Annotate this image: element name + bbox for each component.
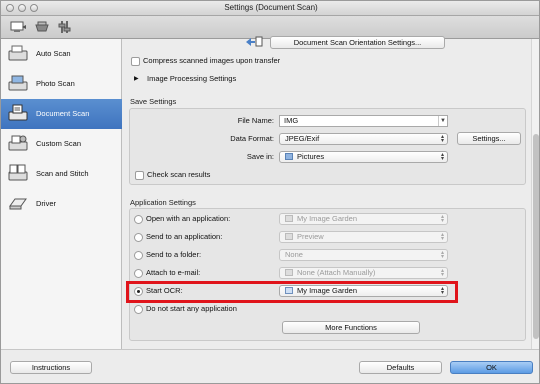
sidebar-item-document-scan[interactable]: Document Scan	[1, 99, 122, 129]
app-icon	[285, 215, 293, 222]
stepper-arrows-icon: ▴ ▾	[440, 268, 444, 278]
attach-to-email-select[interactable]: None (Attach Manually) ▴ ▾	[279, 267, 448, 279]
compress-label: Compress scanned images upon transfer	[143, 56, 281, 65]
save-in-label: Save in:	[246, 152, 274, 161]
sidebar: Auto Scan Photo Scan Document Scan Custo…	[1, 39, 122, 349]
driver-icon	[7, 193, 29, 215]
disclosure-triangle-icon[interactable]: ▶	[134, 74, 139, 84]
footer: Instructions Defaults OK	[1, 349, 539, 383]
data-format-settings-button[interactable]: Settings...	[457, 132, 521, 145]
stepper-arrows-icon: ▴ ▾	[440, 214, 444, 224]
folder-icon	[285, 153, 293, 160]
sidebar-item-driver[interactable]: Driver	[1, 189, 122, 219]
send-to-folder-select[interactable]: None ▴ ▾	[279, 249, 448, 261]
mail-icon	[285, 269, 293, 276]
title-bar: Settings (Document Scan)	[1, 1, 539, 16]
send-to-application-label: Send to an application:	[146, 232, 223, 241]
file-name-input[interactable]: IMG ▼	[279, 115, 448, 127]
photo-scan-icon	[7, 73, 29, 95]
stepper-arrows-icon: ▴ ▾	[440, 232, 444, 242]
no-application-radio[interactable]	[134, 305, 143, 314]
more-functions-button[interactable]: More Functions	[282, 321, 420, 334]
scan-from-operation-panel-icon[interactable]	[33, 19, 51, 35]
send-to-application-radio[interactable]	[134, 233, 143, 242]
save-settings-title: Save Settings	[130, 97, 177, 106]
chevron-down-icon[interactable]: ▼	[438, 116, 447, 126]
instructions-button[interactable]: Instructions	[10, 361, 92, 374]
auto-scan-icon	[7, 43, 29, 65]
ok-button[interactable]: OK	[450, 361, 533, 374]
preview-app-icon	[285, 233, 293, 240]
attach-to-email-radio[interactable]	[134, 269, 143, 278]
open-with-application-select[interactable]: My Image Garden ▴ ▾	[279, 213, 448, 225]
application-settings-title: Application Settings	[130, 198, 196, 207]
sidebar-item-custom-scan[interactable]: Custom Scan	[1, 129, 122, 159]
file-name-label: File Name:	[237, 116, 274, 125]
start-ocr-highlight	[126, 281, 458, 303]
data-format-label: Data Format:	[230, 134, 274, 143]
compress-checkbox[interactable]	[131, 57, 140, 66]
send-to-folder-label: Send to a folder:	[146, 250, 202, 259]
save-in-select[interactable]: Pictures ▴ ▾	[279, 151, 448, 163]
close-window-button[interactable]	[6, 4, 14, 12]
scan-and-stitch-icon	[7, 163, 29, 185]
sidebar-item-scan-and-stitch[interactable]: Scan and Stitch	[1, 159, 122, 189]
scrollbar-thumb[interactable]	[533, 134, 539, 339]
check-scan-results-checkbox[interactable]	[135, 171, 144, 180]
document-scan-icon	[7, 103, 29, 125]
no-application-label: Do not start any application	[146, 304, 237, 313]
open-with-application-label: Open with an application:	[146, 214, 231, 223]
sidebar-item-auto-scan[interactable]: Auto Scan	[1, 39, 122, 69]
scrollbar[interactable]	[531, 39, 539, 349]
send-to-application-select[interactable]: Preview ▴ ▾	[279, 231, 448, 243]
custom-scan-icon	[7, 133, 29, 155]
sidebar-item-photo-scan[interactable]: Photo Scan	[1, 69, 122, 99]
settings-content: Document Scan Orientation Settings... Co…	[123, 36, 531, 349]
settings-window: Settings (Document Scan) Auto Scan Photo…	[0, 0, 540, 384]
application-settings-group: Open with an application: My Image Garde…	[129, 208, 526, 341]
save-settings-group: File Name: IMG ▼ Data Format: JPEG/Exif …	[129, 108, 526, 185]
stepper-arrows-icon: ▴ ▾	[440, 250, 444, 260]
open-with-application-radio[interactable]	[134, 215, 143, 224]
send-to-folder-radio[interactable]	[134, 251, 143, 260]
stepper-arrows-icon: ▴ ▾	[440, 152, 444, 162]
orientation-settings-button[interactable]: Document Scan Orientation Settings...	[270, 36, 445, 49]
scan-from-computer-icon[interactable]	[9, 19, 27, 35]
attach-to-email-label: Attach to e-mail:	[146, 268, 201, 277]
general-settings-icon[interactable]	[57, 19, 75, 35]
image-processing-label[interactable]: Image Processing Settings	[147, 74, 236, 84]
zoom-window-button[interactable]	[30, 4, 38, 12]
stepper-arrows-icon: ▴ ▾	[440, 134, 444, 144]
window-title: Settings (Document Scan)	[224, 3, 318, 12]
minimize-window-button[interactable]	[18, 4, 26, 12]
data-format-select[interactable]: JPEG/Exif ▴ ▾	[279, 133, 448, 145]
orientation-icon	[245, 36, 263, 48]
check-scan-results-label: Check scan results	[147, 170, 211, 179]
defaults-button[interactable]: Defaults	[359, 361, 442, 374]
